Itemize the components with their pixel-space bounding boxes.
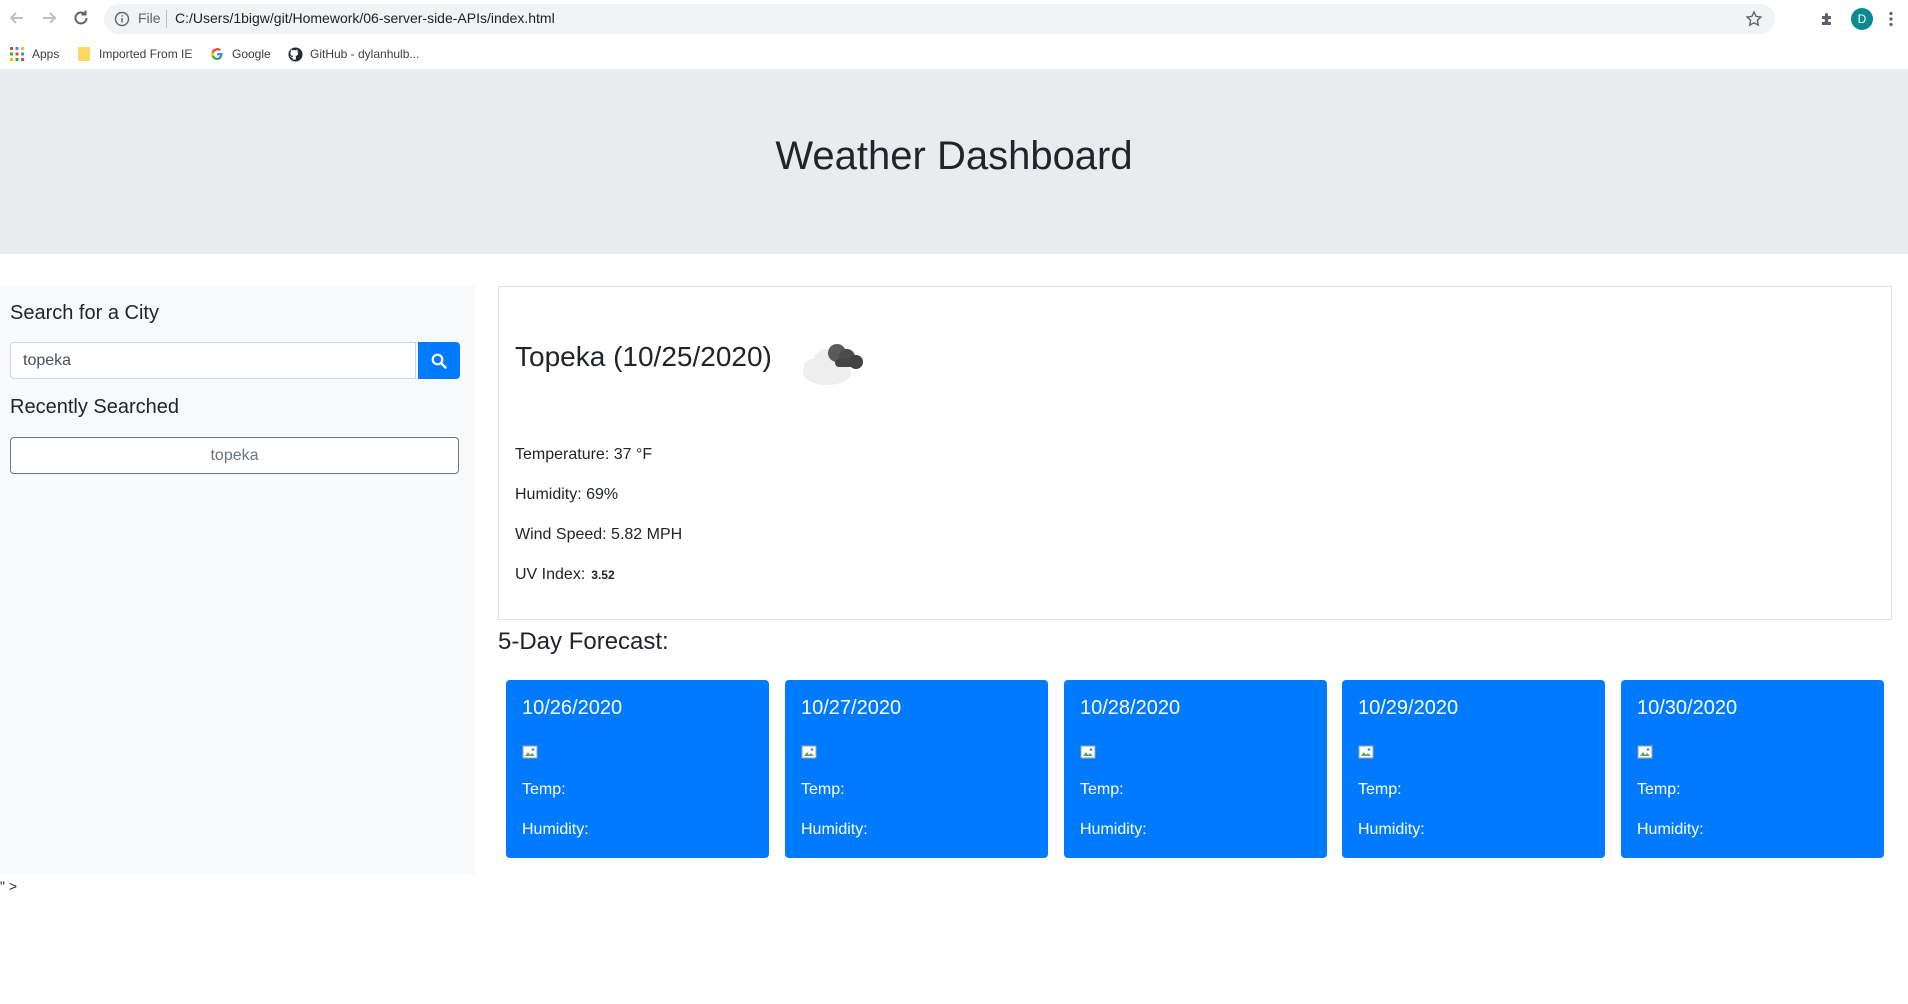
recent-search-label: topeka — [210, 446, 259, 464]
file-scheme-label: File — [138, 10, 161, 26]
forecast-card: 10/29/2020 Temp: Humidity: — [1342, 680, 1605, 858]
temperature-text: Temperature: 37 °F — [515, 446, 653, 463]
forecast-humidity: Humidity: — [522, 821, 589, 838]
current-weather-card: Topeka (10/25/2020) Temperature: 37 °F H… — [498, 286, 1892, 620]
search-heading: Search for a City — [10, 302, 159, 324]
bookmark-github[interactable]: GitHub - dylanhulb... — [287, 44, 419, 64]
bookmark-google[interactable]: Google — [209, 44, 271, 64]
forecast-date: 10/26/2020 — [522, 697, 623, 719]
bookmark-imported-from-ie[interactable]: Imported From IE — [76, 44, 192, 64]
uv-index-value: 3.52 — [591, 568, 615, 582]
bookmark-label: GitHub - dylanhulb... — [310, 47, 420, 61]
search-sidebar: Search for a City Recently Searched tope… — [0, 286, 475, 874]
google-icon — [209, 46, 225, 62]
address-separator — [166, 10, 167, 28]
forecast-card: 10/28/2020 Temp: Humidity: — [1064, 680, 1327, 858]
forecast-date: 10/28/2020 — [1080, 697, 1181, 719]
search-icon — [431, 353, 447, 369]
uv-index-row: UV Index: 3.52 — [515, 566, 615, 584]
stray-markup-text: " > — [0, 878, 18, 894]
extensions-button[interactable] — [1816, 8, 1838, 30]
back-button[interactable] — [6, 7, 28, 29]
apps-grid-icon — [9, 46, 25, 62]
kebab-menu-icon — [1889, 11, 1893, 27]
forecast-card: 10/30/2020 Temp: Humidity: — [1621, 680, 1884, 858]
cloud-icon — [803, 344, 863, 385]
puzzle-piece-icon — [1822, 13, 1831, 25]
folder-icon — [76, 46, 92, 62]
forecast-temp: Temp: — [522, 781, 566, 798]
forecast-temp: Temp: — [1358, 781, 1402, 798]
profile-avatar[interactable]: D — [1851, 8, 1873, 30]
back-arrow-icon — [9, 12, 23, 24]
address-bar[interactable]: File C:/Users/1bigw/git/Homework/06-serv… — [104, 4, 1775, 34]
forecast-temp: Temp: — [1637, 781, 1681, 798]
forecast-card: 10/27/2020 Temp: Humidity: — [785, 680, 1048, 858]
forecast-date: 10/29/2020 — [1358, 697, 1459, 719]
info-icon[interactable] — [114, 11, 130, 27]
forward-button[interactable] — [38, 7, 60, 29]
header-jumbotron: Weather Dashboard — [0, 69, 1908, 254]
forecast-humidity: Humidity: — [1358, 821, 1425, 838]
bookmark-apps[interactable]: Apps — [9, 44, 59, 64]
forecast-heading: 5-Day Forecast: — [498, 628, 669, 655]
bookmark-label: Apps — [32, 47, 60, 61]
forecast-temp: Temp: — [1080, 781, 1124, 798]
browser-menu-button[interactable] — [1880, 8, 1902, 30]
broken-image-icon — [801, 745, 817, 759]
recently-searched-heading: Recently Searched — [10, 396, 179, 418]
city-search-input[interactable] — [10, 342, 416, 379]
bookmark-star-icon[interactable] — [1745, 10, 1763, 28]
browser-chrome: File C:/Users/1bigw/git/Homework/06-serv… — [0, 0, 1908, 70]
bookmark-label: Google — [232, 47, 271, 61]
wind-speed-text: Wind Speed: 5.82 MPH — [515, 526, 683, 543]
broken-image-icon — [1080, 745, 1096, 759]
github-icon — [287, 46, 303, 62]
forecast-temp: Temp: — [801, 781, 845, 798]
forecast-card: 10/26/2020 Temp: Humidity: — [506, 680, 769, 858]
page-title: Weather Dashboard — [775, 134, 1133, 178]
forecast-humidity: Humidity: — [1637, 821, 1704, 838]
broken-image-icon — [522, 745, 538, 759]
forward-arrow-icon — [43, 12, 57, 24]
reload-icon — [74, 10, 88, 25]
recent-search-button[interactable]: topeka — [10, 437, 459, 474]
forecast-date: 10/27/2020 — [801, 697, 902, 719]
bookmarks-bar: Apps Imported From IE Google GitHub - dy… — [0, 39, 1908, 69]
broken-image-icon — [1637, 745, 1653, 759]
uv-index-label: UV Index: — [515, 566, 586, 583]
forecast-humidity: Humidity: — [801, 821, 868, 838]
broken-image-icon — [1358, 745, 1374, 759]
url-text[interactable]: C:/Users/1bigw/git/Homework/06-server-si… — [175, 10, 555, 26]
search-button[interactable] — [418, 342, 460, 379]
forecast-date: 10/30/2020 — [1637, 697, 1738, 719]
bookmark-label: Imported From IE — [99, 47, 193, 61]
reload-button[interactable] — [70, 7, 92, 29]
browser-toolbar: File C:/Users/1bigw/git/Homework/06-serv… — [0, 0, 1908, 38]
forecast-humidity: Humidity: — [1080, 821, 1147, 838]
city-date-title: Topeka (10/25/2020) — [515, 341, 772, 372]
humidity-text: Humidity: 69% — [515, 486, 619, 503]
